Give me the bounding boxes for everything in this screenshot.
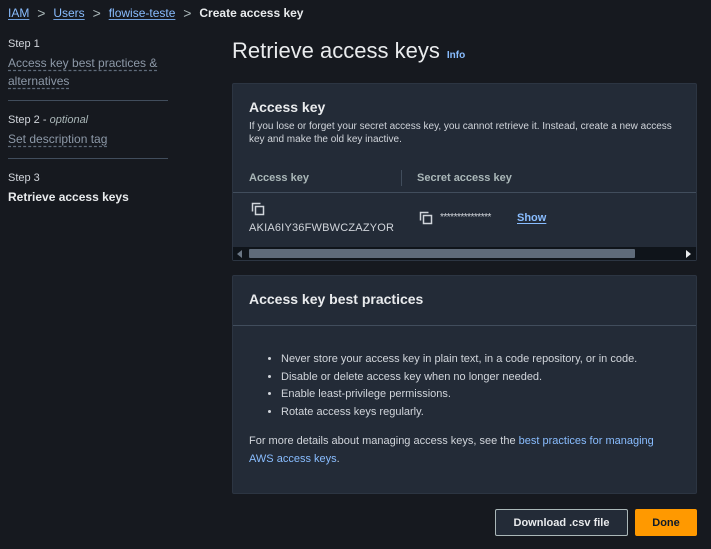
horizontal-scrollbar[interactable] xyxy=(233,247,696,260)
list-item: Never store your access key in plain tex… xyxy=(281,351,637,369)
access-key-value: AKIA6IY36FWBWCZAZYOR xyxy=(249,222,395,234)
done-button[interactable]: Done xyxy=(635,509,697,536)
best-practices-footer: For more details about managing access k… xyxy=(249,433,679,468)
step-2-optional: optional xyxy=(49,114,89,126)
step-3: Step 3 Retrieve access keys xyxy=(8,158,168,215)
breadcrumb-user[interactable]: flowise-teste xyxy=(109,6,176,20)
chevron-right-icon: > xyxy=(183,5,192,21)
best-practices-title: Access key best practices xyxy=(249,291,424,307)
info-link[interactable]: Info xyxy=(447,50,465,61)
copy-icon[interactable] xyxy=(251,202,265,216)
scrollbar-thumb[interactable] xyxy=(249,249,635,258)
column-header-secret-access-key: Secret access key xyxy=(417,172,512,184)
breadcrumb-users[interactable]: Users xyxy=(53,6,84,20)
access-key-panel-description: If you lose or forget your secret access… xyxy=(249,121,672,145)
breadcrumb-current: Create access key xyxy=(199,6,304,20)
column-header-access-key: Access key xyxy=(249,172,309,184)
step-1-label: Step 1 xyxy=(8,38,40,50)
best-practices-header: Access key best practices xyxy=(233,276,696,326)
chevron-right-icon: > xyxy=(92,5,101,21)
list-item: Disable or delete access key when no lon… xyxy=(281,369,637,387)
step-1-link[interactable]: Access key best practices & alternatives xyxy=(8,54,168,90)
column-divider xyxy=(401,170,402,186)
breadcrumb-iam[interactable]: IAM xyxy=(8,6,29,20)
step-3-label: Step 3 xyxy=(8,172,40,184)
scroll-right-arrow-icon[interactable] xyxy=(686,250,691,258)
footer-text: For more details about managing access k… xyxy=(249,435,519,447)
step-2-number: Step 2 xyxy=(8,114,40,126)
step-1: Step 1 Access key best practices & alter… xyxy=(8,37,168,100)
step-3-current: Retrieve access keys xyxy=(8,190,129,204)
access-key-panel-title: Access key xyxy=(249,99,326,115)
secret-access-key-masked: *************** xyxy=(440,212,491,223)
page-title: Retrieve access keys xyxy=(232,38,440,63)
table-header-divider xyxy=(233,192,696,193)
scroll-left-arrow-icon[interactable] xyxy=(237,250,242,258)
copy-icon[interactable] xyxy=(419,211,433,225)
step-2-label: Step 2 - optional xyxy=(8,114,89,126)
list-item: Enable least-privilege permissions. xyxy=(281,386,637,404)
list-item: Rotate access keys regularly. xyxy=(281,404,637,422)
step-2: Step 2 - optional Set description tag xyxy=(8,100,168,158)
footer-period: . xyxy=(336,452,340,465)
breadcrumb: IAM > Users > flowise-teste > Create acc… xyxy=(8,5,303,21)
best-practices-panel: Access key best practices Never store yo… xyxy=(232,275,697,494)
download-csv-button[interactable]: Download .csv file xyxy=(495,509,628,536)
show-secret-link[interactable]: Show xyxy=(517,212,546,224)
page-header: Retrieve access keys Info xyxy=(232,38,465,64)
best-practices-list: Never store your access key in plain tex… xyxy=(265,351,637,421)
chevron-right-icon: > xyxy=(37,5,46,21)
access-key-panel: Access key If you lose or forget your se… xyxy=(232,83,697,261)
step-2-link[interactable]: Set description tag xyxy=(8,130,168,148)
wizard-steps: Step 1 Access key best practices & alter… xyxy=(8,37,168,215)
